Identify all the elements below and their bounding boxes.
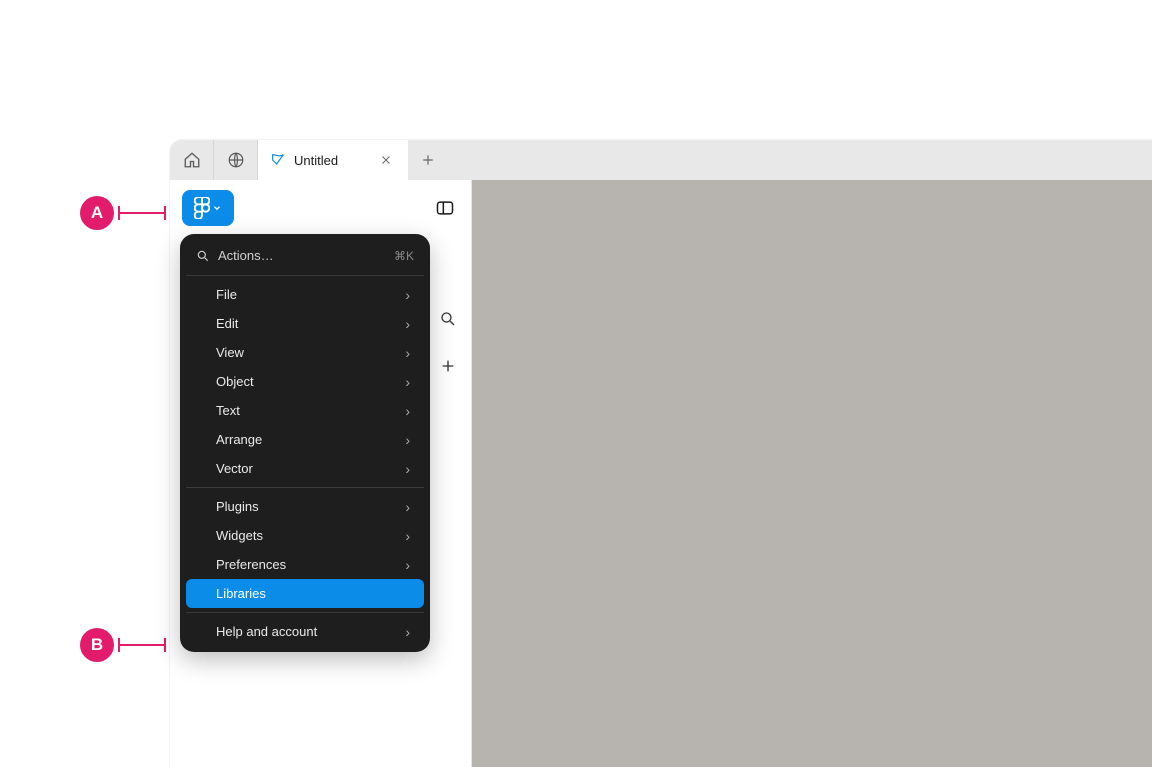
chevron-right-icon: ›	[405, 404, 410, 418]
menu-item-label: View	[216, 345, 244, 360]
chevron-right-icon: ›	[405, 375, 410, 389]
active-file-tab[interactable]: Untitled	[258, 140, 408, 180]
chevron-right-icon: ›	[405, 346, 410, 360]
search-panel-button[interactable]	[439, 310, 457, 328]
app-window: Untitled	[170, 140, 1152, 767]
panel-toggle-button[interactable]	[431, 194, 459, 222]
home-tab-button[interactable]	[170, 140, 214, 180]
menu-item-label: Edit	[216, 316, 238, 331]
menu-search-row[interactable]: Actions… ⌘K	[186, 240, 424, 271]
chevron-right-icon: ›	[405, 529, 410, 543]
main-menu-button[interactable]	[182, 190, 234, 226]
menu-search-shortcut: ⌘K	[394, 249, 414, 263]
plus-icon	[421, 153, 435, 167]
menu-item-object[interactable]: Object ›	[186, 367, 424, 396]
chevron-right-icon: ›	[405, 317, 410, 331]
main-menu-dropdown: Actions… ⌘K File › Edit › View › Object › Te…	[180, 234, 430, 652]
menu-item-view[interactable]: View ›	[186, 338, 424, 367]
menu-divider	[186, 487, 424, 488]
add-page-button[interactable]	[440, 358, 456, 374]
menu-item-label: Widgets	[216, 528, 263, 543]
search-icon	[439, 310, 457, 328]
menu-item-text[interactable]: Text ›	[186, 396, 424, 425]
menu-item-label: Object	[216, 374, 254, 389]
annotation-a-label: A	[91, 203, 103, 223]
sidebar-icon	[435, 198, 455, 218]
menu-item-libraries[interactable]: Libraries	[186, 579, 424, 608]
sidebar-action-icons	[439, 310, 457, 374]
search-icon	[196, 249, 210, 263]
design-canvas[interactable]	[472, 180, 1152, 767]
new-tab-button[interactable]	[408, 140, 448, 180]
menu-divider	[186, 275, 424, 276]
menu-item-label: Vector	[216, 461, 253, 476]
design-file-icon	[270, 152, 286, 168]
menu-item-label: Text	[216, 403, 240, 418]
app-body: Actions… ⌘K File › Edit › View › Object › Te…	[170, 180, 1152, 767]
sidebar-top-row	[170, 180, 471, 236]
menu-item-label: Preferences	[216, 557, 286, 572]
menu-item-plugins[interactable]: Plugins ›	[186, 492, 424, 521]
close-tab-button[interactable]	[376, 150, 396, 170]
menu-item-preferences[interactable]: Preferences ›	[186, 550, 424, 579]
active-tab-title: Untitled	[294, 153, 338, 168]
chevron-right-icon: ›	[405, 625, 410, 639]
menu-search-placeholder: Actions…	[218, 248, 274, 263]
chevron-right-icon: ›	[405, 500, 410, 514]
menu-item-edit[interactable]: Edit ›	[186, 309, 424, 338]
annotation-badge-b: B	[80, 628, 114, 662]
menu-item-vector[interactable]: Vector ›	[186, 454, 424, 483]
left-sidebar: Actions… ⌘K File › Edit › View › Object › Te…	[170, 180, 472, 767]
menu-item-file[interactable]: File ›	[186, 280, 424, 309]
menu-item-label: Libraries	[216, 586, 266, 601]
home-icon	[183, 151, 201, 169]
menu-divider	[186, 612, 424, 613]
menu-item-label: File	[216, 287, 237, 302]
chevron-down-icon	[212, 203, 222, 213]
chevron-right-icon: ›	[405, 558, 410, 572]
tab-bar: Untitled	[170, 140, 1152, 180]
plus-icon	[440, 358, 456, 374]
menu-item-label: Help and account	[216, 624, 317, 639]
community-tab-button[interactable]	[214, 140, 258, 180]
annotation-connector-a	[118, 212, 166, 214]
annotation-b-label: B	[91, 635, 103, 655]
close-icon	[380, 154, 392, 166]
menu-item-arrange[interactable]: Arrange ›	[186, 425, 424, 454]
chevron-right-icon: ›	[405, 433, 410, 447]
globe-icon	[227, 151, 245, 169]
menu-item-help-account[interactable]: Help and account ›	[186, 617, 424, 646]
menu-item-label: Plugins	[216, 499, 259, 514]
chevron-right-icon: ›	[405, 288, 410, 302]
annotation-badge-a: A	[80, 196, 114, 230]
menu-item-label: Arrange	[216, 432, 262, 447]
menu-item-widgets[interactable]: Widgets ›	[186, 521, 424, 550]
figma-logo-icon	[194, 197, 210, 219]
annotation-connector-b	[118, 644, 166, 646]
chevron-right-icon: ›	[405, 462, 410, 476]
